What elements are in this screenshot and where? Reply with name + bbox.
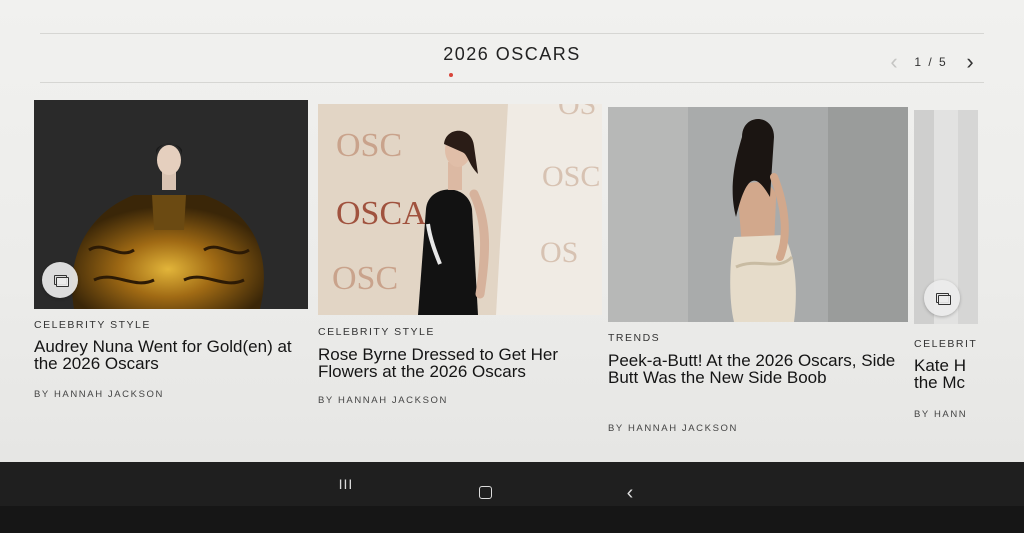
chevron-right-icon[interactable]: › — [960, 51, 980, 74]
article-image[interactable]: OSC OSCAR OSC OSC OS OS — [318, 104, 602, 315]
app-screen: 2026 OSCARS ‹ 1 / 5 › CELEBRITY STYLE Au… — [0, 0, 1024, 462]
chevron-left-icon[interactable]: ‹ — [884, 51, 904, 74]
article-byline[interactable]: BY HANNAH JACKSON — [608, 423, 738, 434]
article-category[interactable]: CELEBRITY STYLE — [318, 326, 435, 338]
article-category[interactable]: CELEBRIT — [914, 338, 977, 350]
gallery-icon[interactable] — [924, 280, 960, 316]
article-byline[interactable]: BY HANNAH JACKSON — [318, 395, 448, 406]
article-category[interactable]: CELEBRITY STYLE — [34, 319, 151, 331]
article-headline[interactable]: Rose Byrne Dressed to Get Her Flowers at… — [318, 346, 604, 380]
article-byline[interactable]: BY HANNAH JACKSON — [34, 389, 164, 400]
article-headline[interactable]: Peek-a-Butt! At the 2026 Oscars, Side Bu… — [608, 352, 902, 386]
page-counter: 1 / 5 — [914, 55, 948, 69]
article-headline[interactable]: Audrey Nuna Went for Gold(en) at the 202… — [34, 338, 310, 372]
section-title: 2026 OSCARS — [443, 44, 581, 64]
backdrop-text: OS — [558, 104, 596, 121]
article-card-rose-byrne[interactable]: OSC OSCAR OSC OSC OS OS CELEBRITY STYLE … — [318, 104, 604, 406]
carousel-pager: ‹ 1 / 5 › — [884, 51, 984, 74]
header-divider — [40, 82, 984, 83]
article-category[interactable]: TRENDS — [608, 332, 660, 344]
article-card-peek-a-butt[interactable]: TRENDS Peek-a-Butt! At the 2026 Oscars, … — [608, 107, 910, 437]
gallery-icon[interactable] — [42, 262, 78, 298]
backdrop-text: OS — [540, 236, 578, 269]
back-button[interactable]: ‹ — [621, 483, 639, 506]
system-navigation-bar: III ‹ — [0, 462, 1024, 533]
home-icon[interactable] — [479, 486, 493, 500]
nav-strip — [0, 462, 1024, 506]
article-byline[interactable]: BY HANN — [914, 409, 967, 420]
article-card-audrey-nuna[interactable]: CELEBRITY STYLE Audrey Nuna Went for Gol… — [34, 100, 310, 400]
backdrop-text: OSC — [332, 260, 398, 297]
top-divider — [40, 33, 984, 34]
backdrop-text: OSC — [336, 127, 402, 164]
article-image[interactable] — [608, 107, 908, 322]
recents-button[interactable]: III — [334, 476, 358, 494]
article-headline[interactable]: Kate H the Mc — [914, 357, 974, 391]
article-card-kate[interactable]: CELEBRIT Kate H the Mc BY HANN — [914, 110, 994, 430]
backdrop-text: OSC — [542, 160, 600, 193]
title-accent-dot — [449, 73, 453, 77]
